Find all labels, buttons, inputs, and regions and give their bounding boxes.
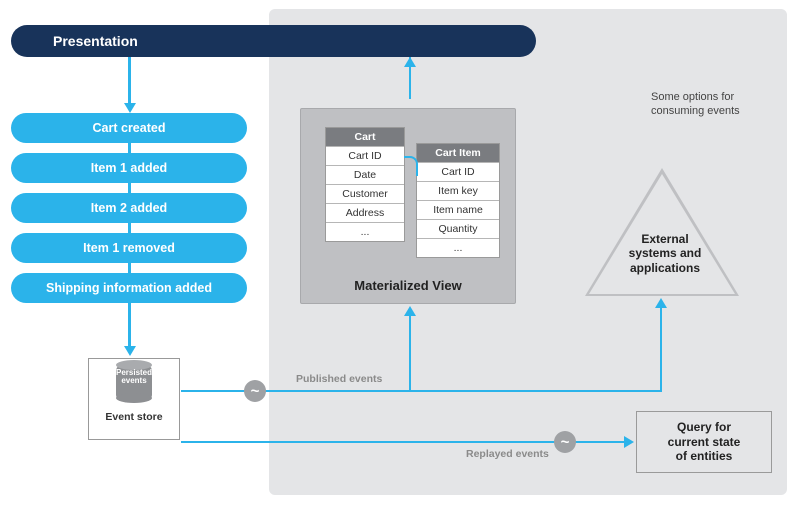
- mview-title: Materialized View: [301, 278, 515, 293]
- table-cell: Customer: [326, 184, 404, 203]
- arrow-icon: [124, 346, 136, 356]
- event-pill: Item 1 added: [11, 153, 247, 183]
- triangle-label: External systems and applications: [585, 232, 745, 275]
- event-pill: Item 2 added: [11, 193, 247, 223]
- cylinder-label: Persisted events: [116, 369, 152, 386]
- table-cell: Cart ID: [417, 162, 499, 181]
- arrow-icon: [655, 298, 667, 308]
- arrow-icon: [624, 436, 634, 448]
- event-label: Item 1 added: [91, 161, 167, 175]
- table-cell: Date: [326, 165, 404, 184]
- published-label: Published events: [296, 373, 382, 385]
- connector: [128, 57, 131, 105]
- arrow-icon: [124, 103, 136, 113]
- relation-line: [404, 156, 418, 176]
- event-label: Item 1 removed: [83, 241, 175, 255]
- presentation-label: Presentation: [53, 33, 138, 49]
- table-header: Cart: [326, 128, 404, 146]
- event-pulse-icon: ~: [244, 380, 266, 402]
- table-header: Cart Item: [417, 144, 499, 162]
- event-store: Persisted events Event store: [88, 358, 180, 440]
- note-line1: Some options for: [651, 91, 734, 103]
- event-label: Cart created: [93, 121, 166, 135]
- table-cell: Item name: [417, 200, 499, 219]
- event-pill: Shipping information added: [11, 273, 247, 303]
- event-pill: Item 1 removed: [11, 233, 247, 263]
- arrow-icon: [404, 57, 416, 67]
- flow-line: [660, 306, 662, 392]
- table-cell: Item key: [417, 181, 499, 200]
- connector: [128, 223, 131, 233]
- materialized-view: Cart Cart ID Date Customer Address ... C…: [300, 108, 516, 304]
- presentation-bar: Presentation: [11, 25, 536, 57]
- panel-note: Some options for consuming events: [651, 91, 771, 119]
- note-line2: consuming events: [651, 105, 740, 117]
- table-cell: ...: [417, 238, 499, 257]
- connector: [128, 303, 131, 348]
- connector: [128, 183, 131, 193]
- external-systems: External systems and applications: [585, 168, 745, 298]
- table-cell: Address: [326, 203, 404, 222]
- query-box: Query for current state of entities: [636, 411, 772, 473]
- database-icon: Persisted events: [116, 365, 152, 399]
- table-cart-item: Cart Item Cart ID Item key Item name Qua…: [416, 143, 500, 258]
- table-cell: ...: [326, 222, 404, 241]
- event-label: Shipping information added: [46, 281, 212, 295]
- event-pill: Cart created: [11, 113, 247, 143]
- arrow-icon: [404, 306, 416, 316]
- flow-line: [181, 390, 411, 392]
- table-cell: Quantity: [417, 219, 499, 238]
- connector: [128, 143, 131, 153]
- event-label: Item 2 added: [91, 201, 167, 215]
- query-label: Query for current state of entities: [668, 420, 741, 463]
- replayed-label: Replayed events: [466, 448, 549, 460]
- table-cell: Cart ID: [326, 146, 404, 165]
- store-caption: Event store: [105, 411, 162, 423]
- event-pulse-icon: ~: [554, 431, 576, 453]
- flow-line: [411, 390, 660, 392]
- table-cart: Cart Cart ID Date Customer Address ...: [325, 127, 405, 242]
- flow-line: [409, 314, 411, 392]
- connector: [128, 263, 131, 273]
